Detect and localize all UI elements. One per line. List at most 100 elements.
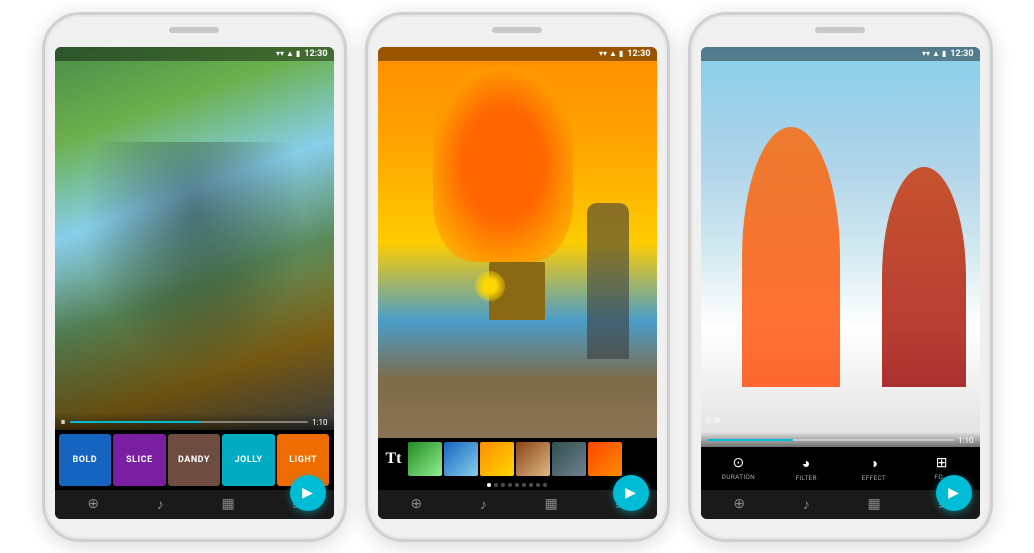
signal-icon-3: ▲	[932, 49, 940, 58]
effect-duration[interactable]: ⊙ DURATION	[705, 453, 773, 484]
filter-dandy[interactable]: Dandy	[168, 434, 221, 486]
dot-1	[487, 483, 491, 487]
dot-3	[501, 483, 505, 487]
duration-icon: ⊙	[733, 455, 745, 471]
signal-icon-1: ▲	[286, 49, 294, 58]
snow-person-1	[742, 127, 840, 387]
phone-1-screen: ▾▾ ▲ ▮ 12:30 ⏸ 1:1	[55, 47, 334, 519]
phone-1: ▾▾ ▲ ▮ 12:30 ⏸ 1:1	[42, 12, 347, 542]
signal-icon-2: ▲	[609, 49, 617, 58]
dot-7	[529, 483, 533, 487]
fab-button-1[interactable]: ▶	[290, 475, 326, 511]
duration-label: DURATION	[722, 473, 755, 481]
progress-fill-1	[70, 421, 201, 423]
dot-9	[543, 483, 547, 487]
status-bar-2: ▾▾ ▲ ▮ 12:30	[378, 47, 657, 61]
status-bar-3: ▾▾ ▲ ▮ 12:30	[701, 47, 980, 61]
phone-2-screen: ▾▾ ▲ ▮ 12:30 Tt	[378, 47, 657, 519]
time-label-3: 1:10	[958, 436, 973, 445]
video-bg-snow	[701, 47, 980, 447]
camera-icon-2: ▶	[625, 485, 636, 501]
filter-icon: ◕	[802, 455, 810, 472]
thumb-1[interactable]	[408, 442, 442, 476]
dot-8	[536, 483, 540, 487]
battery-icon-3: ▮	[942, 49, 946, 58]
phone-3: ▾▾ ▲ ▮ 12:30 0:36	[688, 12, 993, 542]
status-bar-1: ▾▾ ▲ ▮ 12:30	[55, 47, 334, 61]
status-icons-2: ▾▾ ▲ ▮	[599, 49, 623, 58]
more-icon: ⊞	[936, 455, 948, 471]
effect-icon: ◑	[870, 455, 878, 472]
camera-icon-3: ▶	[948, 485, 959, 501]
phone-1-wrapper: ▾▾ ▲ ▮ 12:30 ⏸ 1:1	[42, 12, 347, 542]
text-tool-icon[interactable]: Tt	[386, 450, 402, 468]
video-bg-skate	[55, 47, 334, 430]
effect-effect[interactable]: ◑ EFFECT	[840, 453, 908, 484]
thumb-6[interactable]	[588, 442, 622, 476]
fab-button-2[interactable]: ▶	[613, 475, 649, 511]
phone-3-screen: ▾▾ ▲ ▮ 12:30 0:36	[701, 47, 980, 519]
video-bg-balloon	[378, 47, 657, 438]
bottom-toolbar-2: ⊕ ♪ ▦ ≡ ▶	[378, 490, 657, 519]
progress-fill-3	[707, 439, 794, 441]
balloon-figure	[433, 66, 573, 262]
filter-label: FILTER	[795, 474, 816, 482]
phone-2: ▾▾ ▲ ▮ 12:30 Tt	[365, 12, 670, 542]
filter-slice[interactable]: SLICE	[113, 434, 166, 486]
fab-button-3[interactable]: ▶	[936, 475, 972, 511]
thumb-3[interactable]	[480, 442, 514, 476]
music-icon-2[interactable]: ♪	[480, 496, 487, 513]
filter-bold[interactable]: BOLD	[59, 434, 112, 486]
dot-5	[515, 483, 519, 487]
add-clip-icon-3[interactable]: ⊕	[733, 496, 745, 512]
bottom-toolbar-1: ⊕ ♪ ▦ ≡ ▶	[55, 490, 334, 519]
effect-filter[interactable]: ◕ FILTER	[772, 453, 840, 484]
film-icon-1[interactable]: ▦	[221, 496, 234, 512]
video-area-3[interactable]: 0:36 1:10	[701, 47, 980, 447]
phone-3-wrapper: ▾▾ ▲ ▮ 12:30 0:36	[688, 12, 993, 542]
wifi-icon-1: ▾▾	[276, 49, 284, 58]
time-label-1: 1:10	[312, 418, 327, 427]
dot-4	[508, 483, 512, 487]
progress-bar-3[interactable]	[707, 439, 955, 441]
film-icon-2[interactable]: ▦	[544, 496, 557, 512]
dot-6	[522, 483, 526, 487]
progress-bar-1[interactable]	[70, 421, 309, 423]
status-time-3: 12:30	[950, 49, 973, 59]
text-tool-area[interactable]: Tt	[382, 446, 406, 472]
thumb-5[interactable]	[552, 442, 586, 476]
music-icon-1[interactable]: ♪	[157, 496, 164, 513]
status-time-2: 12:30	[627, 49, 650, 59]
music-icon-3[interactable]: ♪	[803, 496, 810, 513]
filter-jolly[interactable]: Jolly	[222, 434, 275, 486]
pause-icon-1[interactable]: ⏸	[61, 417, 66, 428]
phone-2-wrapper: ▾▾ ▲ ▮ 12:30 Tt	[365, 12, 670, 542]
battery-icon-1: ▮	[296, 49, 300, 58]
person-figure-2	[587, 203, 629, 359]
add-clip-icon-1[interactable]: ⊕	[87, 496, 99, 512]
playback-bar-1: ⏸ 1:10	[55, 413, 334, 430]
skate-figure	[82, 142, 305, 372]
status-time-1: 12:30	[304, 49, 327, 59]
battery-icon-2: ▮	[619, 49, 623, 58]
playback-bar-3: 1:10	[701, 432, 980, 447]
film-icon-3[interactable]: ▦	[867, 496, 880, 512]
snow-person-2	[882, 167, 966, 387]
thumb-4[interactable]	[516, 442, 550, 476]
status-icons-1: ▾▾ ▲ ▮	[276, 49, 300, 58]
dot-2	[494, 483, 498, 487]
wifi-icon-2: ▾▾	[599, 49, 607, 58]
video-area-2[interactable]	[378, 47, 657, 438]
time-start-3: 0:36	[707, 417, 721, 425]
video-area-1[interactable]: ⏸ 1:10	[55, 47, 334, 430]
thumb-strip-2: Tt	[378, 438, 657, 480]
effect-label: EFFECT	[862, 474, 886, 482]
camera-icon-1: ▶	[302, 485, 313, 501]
bottom-toolbar-3: ⊕ ♪ ▦ ≡ ▶	[701, 490, 980, 519]
wifi-icon-3: ▾▾	[922, 49, 930, 58]
status-icons-3: ▾▾ ▲ ▮	[922, 49, 946, 58]
sun-effect	[475, 271, 505, 301]
thumb-2[interactable]	[444, 442, 478, 476]
filter-strip-1: BOLD SLICE Dandy Jolly LIGHT	[55, 430, 334, 490]
add-clip-icon-2[interactable]: ⊕	[410, 496, 422, 512]
